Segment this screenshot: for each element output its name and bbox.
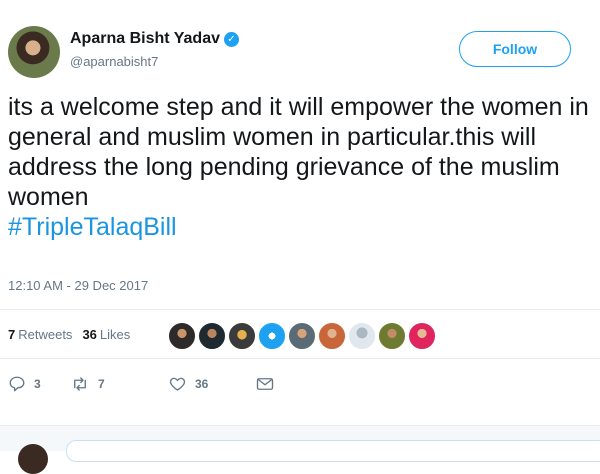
heart-icon (169, 377, 186, 391)
like-count: 36 (195, 377, 209, 391)
divider (0, 358, 600, 359)
follow-button[interactable]: Follow (459, 31, 571, 67)
likes-count: 36 (82, 327, 97, 342)
reply-icon (9, 376, 25, 392)
direct-message-button[interactable] (256, 376, 274, 392)
tweet-body: its a welcome step and it will empower t… (8, 93, 589, 211)
liker-avatar[interactable] (348, 322, 376, 350)
tweet-timestamp[interactable]: 12:10 AM - 29 Dec 2017 (8, 278, 148, 293)
hashtag-link[interactable]: #TripleTalaqBill (8, 213, 177, 241)
likes-label: Likes (99, 327, 131, 342)
retweets-label: Retweets (18, 327, 73, 342)
retweet-button[interactable]: 7 (70, 375, 168, 393)
tweet-actions: 3 7 36 (8, 375, 274, 393)
likes-stat[interactable]: 36 Likes (82, 327, 130, 342)
retweets-count: 7 (8, 327, 16, 342)
liker-avatar[interactable] (408, 322, 436, 350)
retweet-icon (74, 377, 86, 391)
liker-avatar[interactable] (288, 322, 316, 350)
liker-avatars (168, 322, 436, 350)
liker-avatar[interactable] (318, 322, 346, 350)
liker-avatar[interactable] (378, 322, 406, 350)
divider (0, 309, 600, 310)
liker-avatar[interactable] (228, 322, 256, 350)
retweets-stat[interactable]: 7 Retweets (8, 327, 72, 342)
author-avatar[interactable] (8, 26, 60, 78)
reply-count: 3 (34, 377, 41, 391)
tweet-text: its a welcome step and it will empower t… (8, 92, 593, 242)
verified-badge-icon: ✓ (223, 32, 239, 47)
liker-avatar[interactable] (258, 322, 286, 350)
direct-message-icon (256, 378, 274, 390)
liker-avatar[interactable] (198, 322, 226, 350)
author-name-text: Aparna Bisht Yadav (70, 30, 220, 47)
reply-button[interactable]: 3 (8, 375, 70, 393)
author-handle[interactable]: @aparnabisht7 (70, 54, 158, 69)
viewer-avatar (18, 444, 48, 474)
like-button[interactable]: 36 (168, 375, 256, 393)
reply-input[interactable] (66, 440, 600, 462)
author-name[interactable]: Aparna Bisht Yadav ✓ (70, 30, 239, 48)
liker-avatar[interactable] (168, 322, 196, 350)
retweet-count: 7 (98, 377, 105, 391)
engagement-stats: 7 Retweets 36 Likes (8, 327, 130, 342)
